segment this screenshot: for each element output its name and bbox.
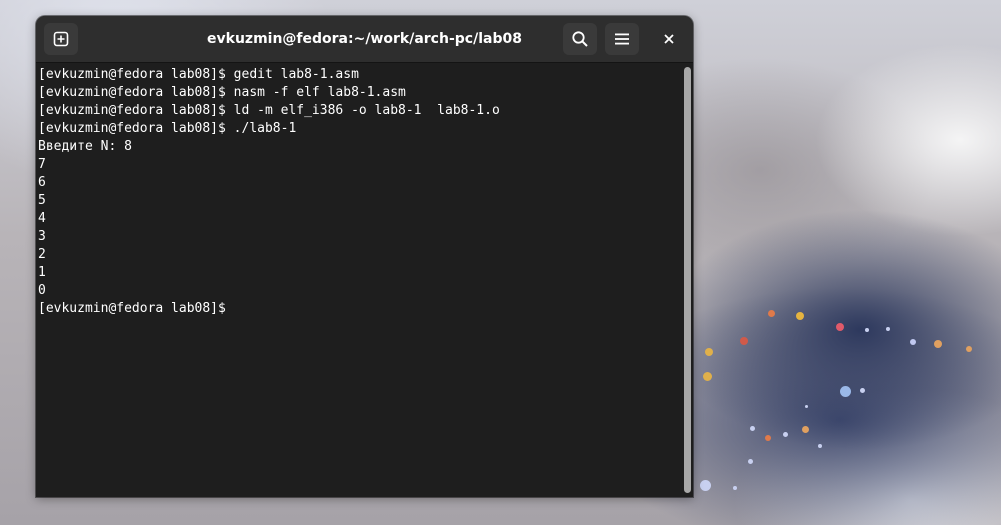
terminal-line: 3 xyxy=(38,229,46,244)
search-button[interactable] xyxy=(563,23,597,55)
terminal-line: 7 xyxy=(38,157,46,172)
terminal-line: 6 xyxy=(38,175,46,190)
terminal-line: 2 xyxy=(38,247,46,262)
terminal-line: Введите N: 8 xyxy=(38,139,132,154)
close-icon xyxy=(664,34,674,44)
terminal-line: [evkuzmin@fedora lab08]$ gedit lab8-1.as… xyxy=(38,67,359,82)
window-title: evkuzmin@fedora:~/work/arch-pc/lab08 xyxy=(207,31,522,47)
terminal-line: 4 xyxy=(38,211,46,226)
terminal-scrollbar[interactable] xyxy=(681,63,693,497)
headerbar: evkuzmin@fedora:~/work/arch-pc/lab08 xyxy=(36,16,693,63)
terminal-line: 5 xyxy=(38,193,46,208)
hamburger-menu-icon xyxy=(615,33,629,45)
terminal-line: [evkuzmin@fedora lab08]$ ld -m elf_i386 … xyxy=(38,103,500,118)
new-tab-icon xyxy=(53,31,69,47)
terminal-window: evkuzmin@fedora:~/work/arch-pc/lab08 [ev… xyxy=(36,16,693,497)
new-tab-button[interactable] xyxy=(44,23,78,55)
terminal-line: [evkuzmin@fedora lab08]$ nasm -f elf lab… xyxy=(38,85,406,100)
search-icon xyxy=(572,31,588,47)
terminal-line: 1 xyxy=(38,265,46,280)
terminal-output[interactable]: [evkuzmin@fedora lab08]$ gedit lab8-1.as… xyxy=(36,63,681,497)
terminal-prompt-line: [evkuzmin@fedora lab08]$ xyxy=(38,301,234,316)
terminal-line: 0 xyxy=(38,283,46,298)
main-menu-button[interactable] xyxy=(605,23,639,55)
scrollbar-thumb[interactable] xyxy=(684,67,691,493)
terminal-line: [evkuzmin@fedora lab08]$ ./lab8-1 xyxy=(38,121,297,136)
close-button[interactable] xyxy=(656,27,682,51)
